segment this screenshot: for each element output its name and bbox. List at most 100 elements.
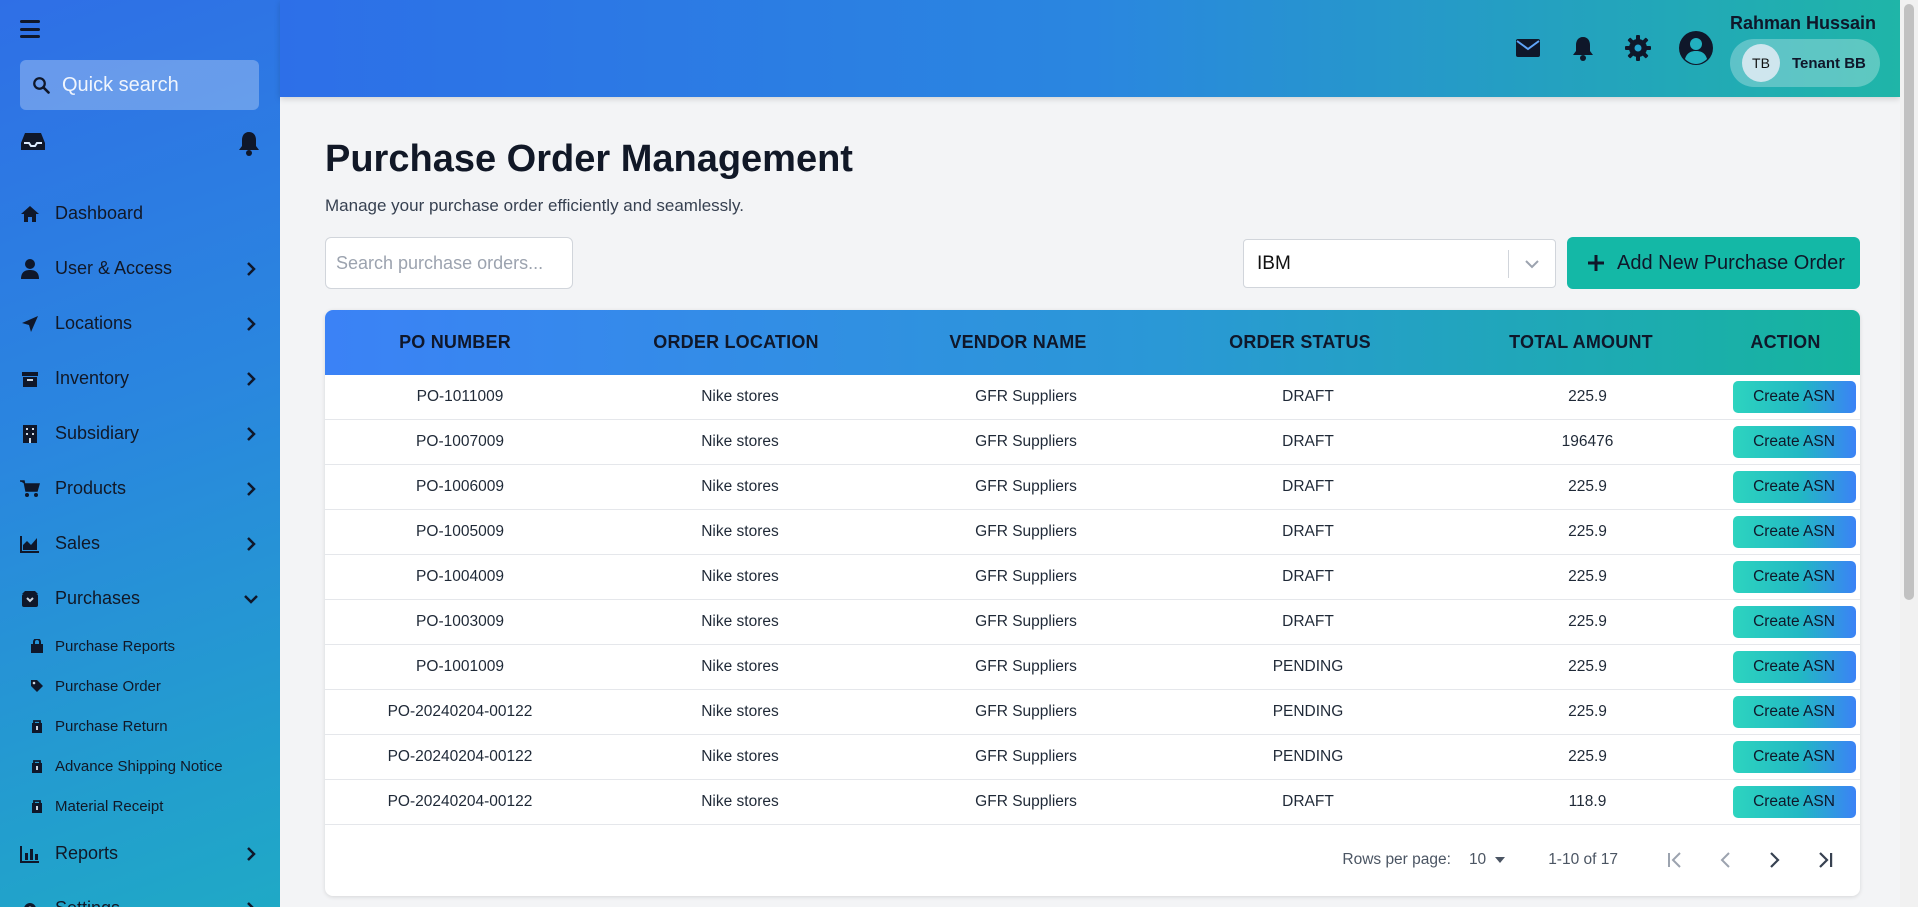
order-location-cell: Nike stores: [701, 433, 779, 450]
chevron-down-icon[interactable]: [1509, 259, 1555, 269]
home-icon: [20, 204, 40, 224]
bar-chart-icon: [20, 844, 40, 864]
column-header-vendor-name[interactable]: VENDOR NAME: [887, 332, 1149, 353]
create-asn-button[interactable]: Create ASN: [1732, 651, 1856, 683]
create-asn-button[interactable]: Create ASN: [1732, 426, 1856, 458]
vendor-name-cell: GFR Suppliers: [975, 433, 1077, 450]
table-row[interactable]: PO-1005009 Nike stores GFR Suppliers DRA…: [325, 510, 1860, 555]
chevron-right-icon: [247, 536, 256, 551]
account-circle-icon[interactable]: [1678, 30, 1714, 66]
create-asn-button[interactable]: Create ASN: [1732, 606, 1856, 638]
po-number-cell: PO-20240204-00122: [387, 793, 533, 810]
settings-gear-icon[interactable]: [1624, 34, 1652, 62]
table-row[interactable]: PO-1001009 Nike stores GFR Suppliers PEN…: [325, 645, 1860, 690]
lock-box-icon: [30, 719, 44, 733]
table-row[interactable]: PO-1006009 Nike stores GFR Suppliers DRA…: [325, 465, 1860, 510]
sidebar-item-label: Locations: [55, 313, 133, 333]
po-number-cell: PO-1001009: [416, 658, 504, 675]
total-amount-cell: 225.9: [1568, 388, 1607, 405]
page-scrollbar[interactable]: [1900, 0, 1918, 907]
po-number-cell: PO-20240204-00122: [387, 703, 533, 720]
building-icon: [20, 424, 40, 444]
vendor-name-cell: GFR Suppliers: [975, 703, 1077, 720]
sidebar-subitem-label: Advance Shipping Notice: [55, 757, 223, 775]
create-asn-button[interactable]: Create ASN: [1732, 471, 1856, 503]
last-page-icon[interactable]: [1810, 845, 1840, 875]
sidebar-item-label: User & Access: [55, 258, 173, 278]
notification-bell-icon[interactable]: [1569, 34, 1597, 62]
sidebar-item-products[interactable]: Products: [0, 461, 280, 516]
column-header-order-location[interactable]: ORDER LOCATION: [585, 332, 887, 353]
table-row[interactable]: PO-20240204-00122 Nike stores GFR Suppli…: [325, 690, 1860, 735]
create-asn-button[interactable]: Create ASN: [1732, 741, 1856, 773]
table-row[interactable]: PO-20240204-00122 Nike stores GFR Suppli…: [325, 780, 1860, 825]
inbox-icon[interactable]: [20, 132, 46, 152]
sidebar-item-purchases[interactable]: Purchases: [0, 571, 280, 626]
column-header-total-amount[interactable]: TOTAL AMOUNT: [1451, 332, 1711, 353]
sidebar-item-reports[interactable]: Reports: [0, 826, 280, 881]
order-status-cell: DRAFT: [1282, 433, 1334, 450]
quick-search-input[interactable]: [62, 73, 252, 97]
sidebar-subitem-advance-shipping-notice[interactable]: Advance Shipping Notice: [0, 746, 280, 786]
add-new-purchase-order-button[interactable]: Add New Purchase Order: [1567, 237, 1860, 289]
purchase-orders-table: PO NUMBER ORDER LOCATION VENDOR NAME ORD…: [325, 310, 1860, 896]
column-header-po-number[interactable]: PO NUMBER: [325, 332, 585, 353]
create-asn-button[interactable]: Create ASN: [1732, 561, 1856, 593]
sidebar-subitem-purchase-reports[interactable]: Purchase Reports: [0, 626, 280, 666]
create-asn-button[interactable]: Create ASN: [1732, 696, 1856, 728]
sidebar-item-dashboard[interactable]: Dashboard: [0, 186, 280, 241]
table-body: PO-1011009 Nike stores GFR Suppliers DRA…: [325, 375, 1860, 825]
first-page-icon[interactable]: [1660, 845, 1690, 875]
table-row[interactable]: PO-1011009 Nike stores GFR Suppliers DRA…: [325, 375, 1860, 420]
cart-icon: [20, 479, 40, 499]
sidebar-item-subsidiary[interactable]: Subsidiary: [0, 406, 280, 461]
order-status-cell: PENDING: [1272, 748, 1344, 765]
sidebar-item-locations[interactable]: Locations: [0, 296, 280, 351]
rows-per-page-select[interactable]: 10: [1469, 851, 1510, 869]
sidebar-item-settings[interactable]: Settings: [0, 881, 280, 907]
table-row[interactable]: PO-1003009 Nike stores GFR Suppliers DRA…: [325, 600, 1860, 645]
sidebar-subitem-purchase-return[interactable]: Purchase Return: [0, 706, 280, 746]
order-location-cell: Nike stores: [701, 658, 779, 675]
order-location-cell: Nike stores: [701, 613, 779, 630]
total-amount-cell: 225.9: [1568, 703, 1607, 720]
table-row[interactable]: PO-20240204-00122 Nike stores GFR Suppli…: [325, 735, 1860, 780]
create-asn-button[interactable]: Create ASN: [1732, 381, 1856, 413]
quick-search-box[interactable]: [20, 60, 259, 110]
table-row[interactable]: PO-1007009 Nike stores GFR Suppliers DRA…: [325, 420, 1860, 465]
user-icon: [20, 258, 40, 279]
sidebar-item-inventory[interactable]: Inventory: [0, 351, 280, 406]
po-number-cell: PO-1003009: [416, 613, 504, 630]
create-asn-button[interactable]: Create ASN: [1732, 786, 1856, 818]
mail-icon[interactable]: [1514, 34, 1542, 62]
total-amount-cell: 225.9: [1568, 658, 1607, 675]
column-header-order-status[interactable]: ORDER STATUS: [1149, 332, 1451, 353]
next-page-icon[interactable]: [1760, 845, 1790, 875]
sidebar-subitem-purchase-order[interactable]: Purchase Order: [0, 666, 280, 706]
sidebar-item-sales[interactable]: Sales: [0, 516, 280, 571]
vendor-select[interactable]: IBM: [1243, 239, 1556, 288]
order-location-cell: Nike stores: [701, 478, 779, 495]
hamburger-icon[interactable]: [20, 20, 40, 38]
sidebar-item-label: Sales: [55, 533, 101, 553]
total-amount-cell: 225.9: [1568, 478, 1607, 495]
pagination-range: 1-10 of 17: [1548, 851, 1618, 868]
table-row[interactable]: PO-1004009 Nike stores GFR Suppliers DRA…: [325, 555, 1860, 600]
sidebar-item-user-access[interactable]: User & Access: [0, 241, 280, 296]
total-amount-cell: 118.9: [1568, 793, 1607, 810]
search-icon: [33, 77, 50, 94]
scrollbar-thumb[interactable]: [1904, 4, 1914, 600]
previous-page-icon[interactable]: [1710, 845, 1740, 875]
total-amount-cell: 225.9: [1568, 613, 1607, 630]
vendor-name-cell: GFR Suppliers: [975, 568, 1077, 585]
tenant-switcher[interactable]: TB Tenant BB: [1730, 39, 1880, 87]
bell-icon[interactable]: [238, 130, 260, 156]
sidebar-subitem-label: Purchase Return: [55, 717, 168, 735]
search-purchase-orders-input[interactable]: [325, 237, 573, 289]
total-amount-cell: 225.9: [1568, 568, 1607, 585]
create-asn-button[interactable]: Create ASN: [1732, 516, 1856, 548]
order-status-cell: PENDING: [1272, 658, 1344, 675]
tag-icon: [30, 679, 44, 693]
sidebar-subitem-material-receipt[interactable]: Material Receipt: [0, 786, 280, 826]
po-number-cell: PO-1004009: [416, 568, 504, 585]
